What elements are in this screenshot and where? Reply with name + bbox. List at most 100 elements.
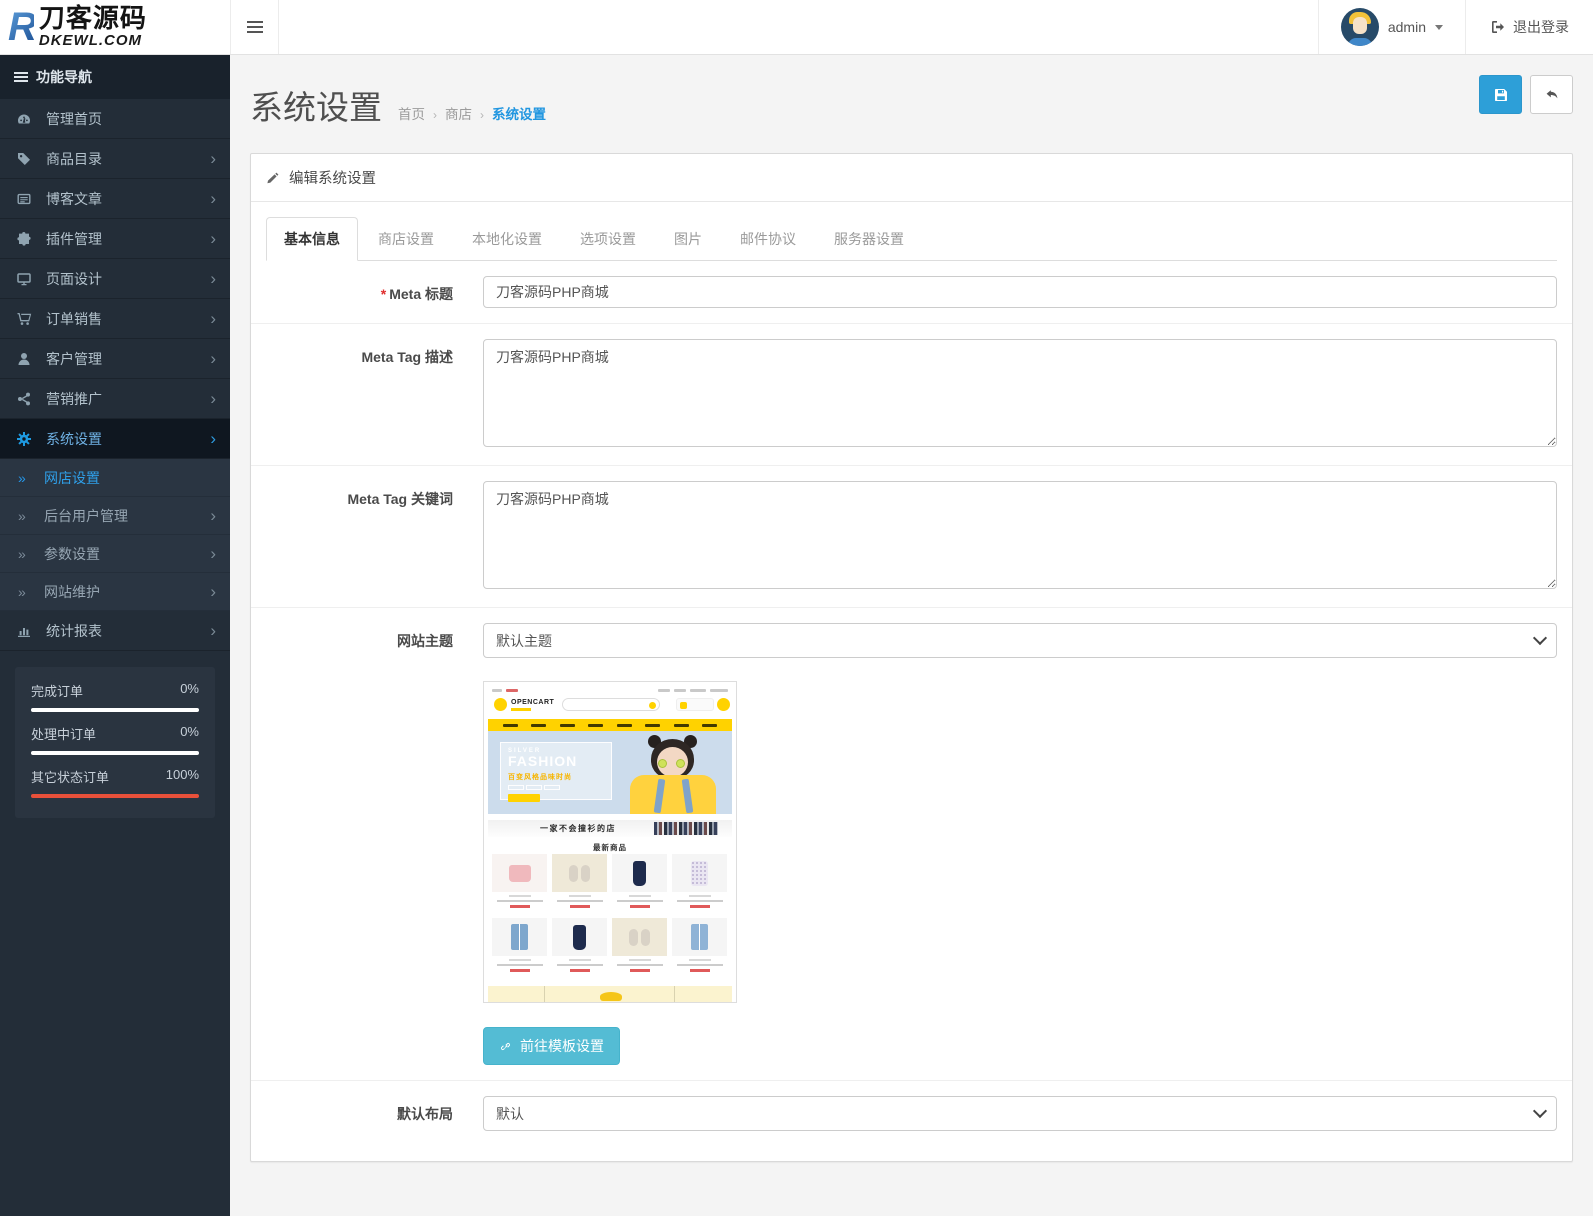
product-grid xyxy=(492,854,728,977)
meta-description-textarea[interactable]: 刀客源码PHP商城 xyxy=(483,339,1557,447)
double-angle-icon: » xyxy=(18,470,32,486)
product-card xyxy=(612,918,667,977)
stat-other-orders: 其它状态订单 100% xyxy=(31,767,199,798)
product-card xyxy=(672,918,727,977)
sidebar-item-label: 营销推广 xyxy=(46,389,102,409)
meta-title-input[interactable] xyxy=(483,276,1557,308)
form-row-theme: 网站主题 默认主题 xyxy=(251,608,1572,1081)
sidebar-item-blog[interactable]: 博客文章 › xyxy=(0,179,230,219)
share-icon xyxy=(14,391,34,407)
layout-select[interactable]: 默认 xyxy=(483,1096,1557,1131)
sidebar-item-customers[interactable]: 客户管理 › xyxy=(0,339,230,379)
brand-text: 刀客源码 DKEWL.COM xyxy=(39,5,147,48)
store-brand: OPENCART xyxy=(511,699,554,706)
progress-bar xyxy=(31,708,199,712)
meta-keywords-textarea[interactable]: 刀客源码PHP商城 xyxy=(483,481,1557,589)
stat-value: 0% xyxy=(180,681,199,700)
tab-options[interactable]: 选项设置 xyxy=(562,217,654,261)
puzzle-icon xyxy=(14,231,34,247)
stat-completed-orders: 完成订单 0% xyxy=(31,681,199,712)
avatar xyxy=(1341,8,1379,46)
breadcrumb-store[interactable]: 商店 xyxy=(445,103,472,123)
main-content: 系统设置 首页 › 商店 › 系统设置 编辑系统设置 xyxy=(230,55,1593,1216)
product-card xyxy=(612,854,667,913)
store-strip-banner: 一家不会撞衫的店 xyxy=(488,820,732,837)
chevron-right-icon: › xyxy=(210,583,216,600)
layout-label: 默认布局 xyxy=(266,1096,453,1131)
chevron-right-icon: › xyxy=(210,507,216,524)
system-submenu: » 网店设置 » 后台用户管理 › » 参数设置 › » xyxy=(0,459,230,611)
sidebar-subitem-label: 网站维护 xyxy=(44,582,100,602)
sidebar-subitem-maintenance[interactable]: » 网站维护 › xyxy=(0,573,230,611)
sidebar-nav-header: 功能导航 xyxy=(0,55,230,99)
required-asterisk: * xyxy=(381,286,386,302)
go-to-template-settings-button[interactable]: 前往模板设置 xyxy=(483,1027,620,1065)
sidebar-item-sales[interactable]: 订单销售 › xyxy=(0,299,230,339)
brand-logo[interactable]: R 刀客源码 DKEWL.COM xyxy=(0,0,230,54)
sidebar-item-label: 统计报表 xyxy=(46,621,102,641)
sidebar-toggle-button[interactable] xyxy=(230,0,279,54)
sidebar-subitem-parameters[interactable]: » 参数设置 › xyxy=(0,535,230,573)
breadcrumb-current[interactable]: 系统设置 xyxy=(492,103,546,123)
store-logo-icon xyxy=(494,698,507,711)
settings-panel: 编辑系统设置 基本信息 商店设置 本地化设置 选项设置 图片 邮件协议 服务器设… xyxy=(250,153,1573,1162)
page-actions xyxy=(1479,75,1573,114)
chevron-right-icon: › xyxy=(210,150,216,167)
tab-content: *Meta 标题 Meta Tag 描述 刀客源码PHP商城 Meta Tag … xyxy=(251,261,1572,1161)
back-button[interactable] xyxy=(1530,75,1573,114)
breadcrumb: 首页 › 商店 › 系统设置 xyxy=(398,103,546,123)
product-card xyxy=(672,854,727,913)
user-menu[interactable]: admin xyxy=(1318,0,1465,54)
undo-arrow-icon xyxy=(1544,87,1560,103)
strip-banner-text: 一家不会撞衫的店 xyxy=(540,823,616,834)
hero-tagline: 百变风格品味时尚 xyxy=(508,772,604,782)
form-row-meta-title: *Meta 标题 xyxy=(251,261,1572,324)
list-icon xyxy=(14,76,28,78)
stat-value: 0% xyxy=(180,724,199,743)
sidebar-subitem-store-settings[interactable]: » 网店设置 xyxy=(0,459,230,497)
progress-bar xyxy=(31,751,199,755)
page-header: 系统设置 首页 › 商店 › 系统设置 xyxy=(250,77,1573,139)
tab-image[interactable]: 图片 xyxy=(656,217,720,261)
hamburger-icon xyxy=(247,26,263,28)
sidebar-item-dashboard[interactable]: 管理首页 xyxy=(0,99,230,139)
sidebar-item-label: 系统设置 xyxy=(46,429,102,449)
sidebar-item-system[interactable]: 系统设置 › xyxy=(0,419,230,459)
chevron-right-icon: › xyxy=(210,390,216,407)
brand-domain: DKEWL.COM xyxy=(39,33,147,49)
tab-store[interactable]: 商店设置 xyxy=(360,217,452,261)
stat-label: 完成订单 xyxy=(31,681,83,700)
link-icon xyxy=(499,1040,512,1053)
clothes-rack-image xyxy=(654,822,718,835)
sidebar-item-marketing[interactable]: 营销推广 › xyxy=(0,379,230,419)
stat-value: 100% xyxy=(166,767,199,786)
logout-button[interactable]: 退出登录 xyxy=(1465,0,1593,54)
sidebar-item-catalog[interactable]: 商品目录 › xyxy=(0,139,230,179)
chevron-right-icon: › xyxy=(210,545,216,562)
tab-mail[interactable]: 邮件协议 xyxy=(722,217,814,261)
bar-chart-icon xyxy=(14,623,34,639)
sidebar-item-extensions[interactable]: 插件管理 › xyxy=(0,219,230,259)
chevron-right-icon: › xyxy=(210,230,216,247)
sidebar-subitem-admin-users[interactable]: » 后台用户管理 › xyxy=(0,497,230,535)
double-angle-icon: » xyxy=(18,584,32,600)
chevron-right-icon: › xyxy=(210,622,216,639)
save-button[interactable] xyxy=(1479,75,1522,114)
logout-label: 退出登录 xyxy=(1513,17,1569,37)
tab-general[interactable]: 基本信息 xyxy=(266,217,358,261)
product-card xyxy=(552,918,607,977)
breadcrumb-separator: › xyxy=(480,108,484,122)
tag-icon xyxy=(14,151,34,167)
tab-localisation[interactable]: 本地化设置 xyxy=(454,217,560,261)
floppy-save-icon xyxy=(1493,87,1509,103)
double-angle-icon: » xyxy=(18,546,32,562)
sidebar-item-reports[interactable]: 统计报表 › xyxy=(0,611,230,651)
sidebar-subitem-label: 参数设置 xyxy=(44,544,100,564)
chevron-right-icon: › xyxy=(210,430,216,447)
theme-select[interactable]: 默认主题 xyxy=(483,623,1557,658)
sidebar-item-label: 插件管理 xyxy=(46,229,102,249)
breadcrumb-home[interactable]: 首页 xyxy=(398,103,425,123)
user-icon xyxy=(14,351,34,367)
tab-server[interactable]: 服务器设置 xyxy=(816,217,922,261)
sidebar-item-design[interactable]: 页面设计 › xyxy=(0,259,230,299)
